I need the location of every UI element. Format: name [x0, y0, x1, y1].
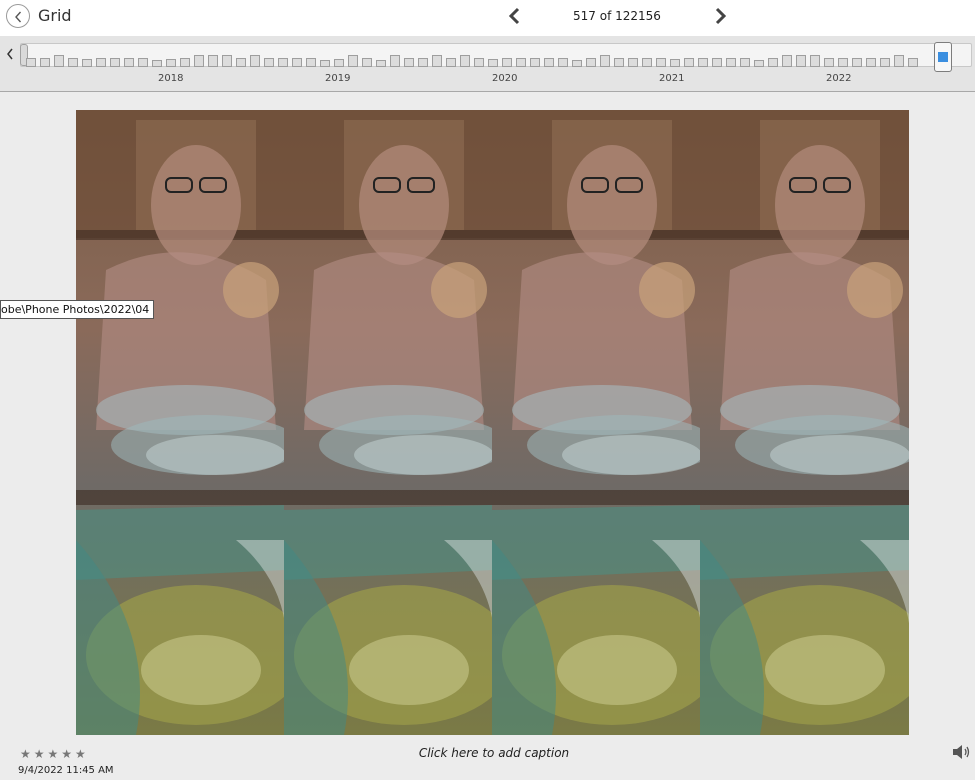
timeline-histogram-bar [124, 58, 134, 67]
folder-path-tooltip: obe\Phone Photos\2022\04 [0, 300, 155, 319]
timeline-histogram-bar [446, 58, 456, 67]
timeline-histogram-bar [40, 58, 50, 67]
timeline-histogram-bar [642, 58, 652, 67]
timeline-histogram-bar [474, 58, 484, 67]
timeline-histogram-bar [614, 58, 624, 67]
timeline-histogram-bar [404, 58, 414, 67]
timeline-histogram-bar [236, 58, 246, 67]
timeline-histogram-bar [852, 58, 862, 67]
photo-viewer-image[interactable] [76, 110, 909, 735]
timeline-histogram-bar [824, 58, 834, 67]
timeline-histogram-bar [222, 55, 232, 67]
timeline-histogram-bar [572, 60, 582, 67]
timeline-histogram-bar [334, 59, 344, 67]
photo-date: 9/4/2022 11:45 AM [18, 765, 114, 776]
timeline-histogram-bar [488, 59, 498, 67]
timeline-histogram-bar [670, 59, 680, 67]
timeline-histogram-bar [810, 55, 820, 67]
timeline-year-label[interactable]: 2019 [325, 73, 350, 84]
timeline-histogram-bar [586, 58, 596, 67]
rating-stars[interactable]: ★★★★★ [20, 747, 89, 761]
timeline-histogram-bar [894, 55, 904, 67]
timeline-histogram-bar [264, 58, 274, 67]
timeline-histogram-bar [656, 58, 666, 67]
timeline-histogram-bar [362, 58, 372, 67]
timeline-histogram-bar [320, 60, 330, 67]
timeline-histogram-bar [96, 58, 106, 67]
timeline-year-label[interactable]: 2018 [158, 73, 183, 84]
timeline-scroll-left-button[interactable] [4, 46, 16, 62]
timeline-histogram-bar [866, 58, 876, 67]
timeline-histogram-bar [908, 58, 918, 67]
timeline-histogram-bar [530, 58, 540, 67]
photo-tile [76, 110, 285, 735]
timeline-thumb-indicator [938, 52, 948, 62]
viewer-header: Grid 517 of 122156 [0, 0, 975, 36]
timeline-histogram-bar [516, 58, 526, 67]
timeline-histogram-bar [348, 55, 358, 67]
timeline-histogram-bar [600, 55, 610, 67]
timeline-histogram-bar [152, 60, 162, 67]
photo-tile [492, 110, 701, 735]
timeline-histogram-bar [558, 58, 568, 67]
timeline-histogram-bar [684, 58, 694, 67]
photo-tile [700, 110, 909, 735]
next-photo-button[interactable] [711, 6, 729, 26]
timeline-histogram [26, 47, 936, 67]
timeline-histogram-bar [292, 58, 302, 67]
timeline-bar[interactable]: 2018 2019 2020 2021 2022 [0, 36, 975, 92]
timeline-histogram-bar [432, 55, 442, 67]
timeline-histogram-bar [502, 58, 512, 67]
timeline-histogram-bar [180, 58, 190, 67]
timeline-histogram-bar [782, 55, 792, 67]
photo-counter: 517 of 122156 [573, 9, 661, 23]
timeline-histogram-bar [194, 55, 204, 67]
timeline-year-label[interactable]: 2020 [492, 73, 517, 84]
timeline-histogram-bar [880, 58, 890, 67]
back-label[interactable]: Grid [38, 6, 72, 25]
speaker-icon[interactable] [950, 742, 972, 762]
timeline-histogram-bar [768, 58, 778, 67]
timeline-histogram-bar [460, 55, 470, 67]
previous-photo-button[interactable] [506, 6, 524, 26]
timeline-histogram-bar [138, 58, 148, 67]
timeline-histogram-bar [544, 58, 554, 67]
timeline-histogram-bar [418, 58, 428, 67]
timeline-histogram-bar [166, 59, 176, 67]
timeline-histogram-bar [712, 58, 722, 67]
photo-tile [284, 110, 493, 735]
timeline-histogram-bar [82, 59, 92, 67]
timeline-position-thumb[interactable] [934, 42, 952, 72]
timeline-histogram-bar [628, 58, 638, 67]
timeline-histogram-bar [208, 55, 218, 67]
timeline-histogram-bar [54, 55, 64, 67]
timeline-histogram-bar [726, 58, 736, 67]
timeline-histogram-bar [390, 55, 400, 67]
timeline-histogram-bar [26, 58, 36, 67]
timeline-histogram-bar [740, 58, 750, 67]
timeline-histogram-bar [110, 58, 120, 67]
timeline-histogram-bar [278, 58, 288, 67]
caption-field[interactable]: Click here to add caption [380, 746, 608, 760]
timeline-year-label[interactable]: 2022 [826, 73, 851, 84]
timeline-histogram-bar [698, 58, 708, 67]
timeline-histogram-bar [250, 55, 260, 67]
timeline-histogram-bar [838, 58, 848, 67]
timeline-histogram-bar [68, 58, 78, 67]
chevron-left-icon [15, 11, 22, 23]
timeline-histogram-bar [376, 60, 386, 67]
timeline-histogram-bar [306, 58, 316, 67]
back-button[interactable] [6, 4, 30, 28]
timeline-histogram-bar [796, 55, 806, 67]
timeline-histogram-bar [754, 60, 764, 67]
timeline-year-label[interactable]: 2021 [659, 73, 684, 84]
